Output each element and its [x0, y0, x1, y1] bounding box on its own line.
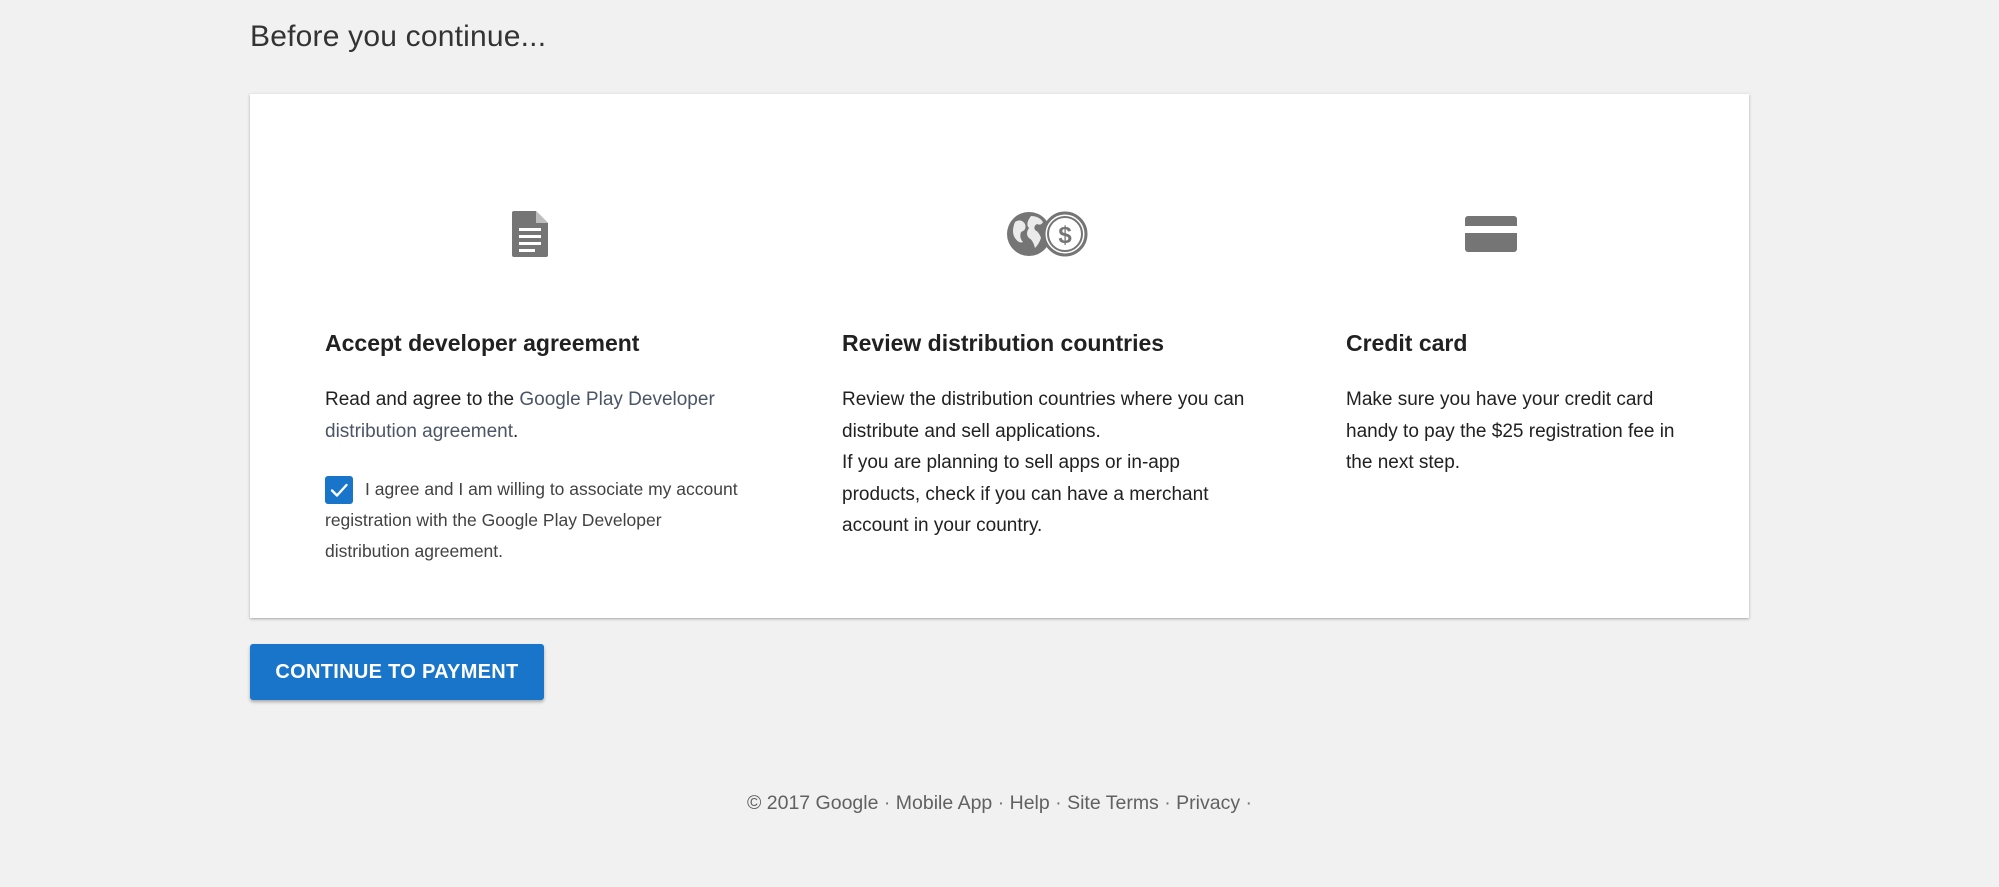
description-suffix: .	[513, 420, 519, 442]
step-description: Read and agree to the Google Play Develo…	[325, 384, 745, 447]
footer-separator: ·	[1164, 792, 1171, 814]
continue-to-payment-button[interactable]: CONTINUE TO PAYMENT	[250, 644, 544, 700]
agreement-checkbox-label[interactable]: I agree and I am willing to associate my…	[325, 474, 745, 567]
step-heading: Review distribution countries	[842, 330, 1165, 356]
requirements-card: Accept developer agreement Read and agre…	[250, 94, 1749, 618]
step-heading: Credit card	[1346, 330, 1468, 356]
globe-dollar-icon: $	[1002, 208, 1092, 260]
document-icon	[505, 208, 555, 260]
step-description: Make sure you have your credit card hand…	[1346, 389, 1675, 473]
description-line: Review the distribution countries where …	[842, 389, 1245, 442]
footer-separator: ·	[997, 792, 1005, 814]
description-text: Read and agree to the	[325, 389, 520, 410]
checkmark-icon	[330, 483, 348, 497]
step-heading: Accept developer agreement	[325, 330, 640, 356]
footer-separator: ·	[1055, 792, 1062, 814]
agreement-checkbox[interactable]	[325, 476, 353, 504]
agreement-checkbox-row[interactable]: I agree and I am willing to associate my…	[325, 474, 745, 567]
footer-separator: ·	[883, 792, 891, 814]
svg-text:$: $	[1058, 222, 1072, 249]
copyright: © 2017 Google	[746, 792, 879, 814]
footer: © 2017 Google · Mobile App · Help · Site…	[0, 792, 1999, 815]
footer-link-site-terms[interactable]: Site Terms	[1067, 792, 1159, 814]
page-title: Before you continue...	[250, 20, 547, 53]
footer-link-privacy[interactable]: Privacy	[1176, 792, 1240, 814]
description-line: If you are planning to sell apps or in-a…	[842, 452, 1209, 536]
footer-separator: ·	[1245, 792, 1253, 814]
footer-link-help[interactable]: Help	[1010, 792, 1050, 814]
credit-card-icon	[1461, 208, 1521, 260]
step-description: Review the distribution countries where …	[842, 384, 1262, 542]
footer-link-mobile-app[interactable]: Mobile App	[896, 792, 992, 814]
